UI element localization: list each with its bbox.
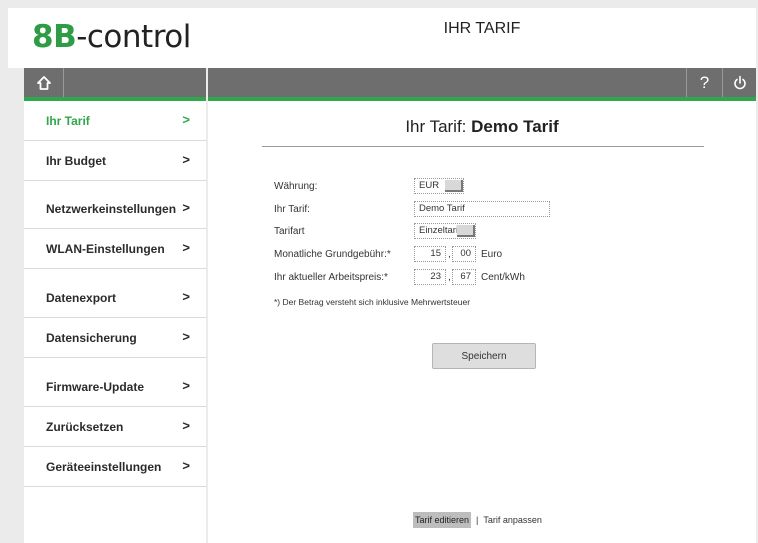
sidebar-item-firmware-update[interactable]: Firmware-Update >	[24, 367, 206, 407]
logout-button[interactable]	[722, 68, 756, 97]
link-separator: |	[476, 515, 479, 525]
sidebar-item-geraeteeinstellungen[interactable]: Geräteeinstellungen >	[24, 447, 206, 487]
work-price-dec-input[interactable]: 67	[452, 269, 476, 285]
chevron-right-icon: >	[182, 418, 190, 433]
logo: 8B-control	[32, 19, 191, 55]
currency-select[interactable]: EUR	[414, 178, 464, 194]
save-button[interactable]: Speichern	[432, 343, 536, 369]
base-fee-euros-input[interactable]: 15	[414, 246, 446, 262]
main-panel: Ihr Tarif: Demo Tarif Währung: EUR Ihr T…	[208, 101, 756, 543]
power-icon	[733, 75, 746, 89]
tariff-type-value: Einzeltarif	[419, 225, 461, 236]
divider	[262, 146, 704, 147]
base-fee-label: Monatliche Grundgebühr:*	[274, 249, 391, 260]
base-fee-cents-input[interactable]: 00	[452, 246, 476, 262]
chevron-right-icon: >	[182, 240, 190, 255]
sidebar-item-label: Datensicherung	[46, 330, 137, 345]
chevron-right-icon: >	[182, 112, 190, 127]
chevron-right-icon: >	[182, 152, 190, 167]
work-price-int-input[interactable]: 23	[414, 269, 446, 285]
page-heading: IHR TARIF	[443, 20, 521, 37]
sidebar-item-label: WLAN-Einstellungen	[46, 241, 165, 256]
tab-tarif-anpassen[interactable]: Tarif anpassen	[483, 515, 542, 525]
base-fee-unit: Euro	[481, 249, 503, 260]
sidebar-item-zuruecksetzen[interactable]: Zurücksetzen >	[24, 407, 206, 447]
footnote: *) Der Betrag versteht sich inklusive Me…	[274, 297, 471, 307]
dropdown-icon	[445, 180, 463, 192]
decimal-separator: ,	[448, 249, 451, 260]
sidebar-item-ihr-budget[interactable]: Ihr Budget >	[24, 141, 206, 181]
work-price-unit: Cent/kWh	[481, 272, 525, 283]
help-button[interactable]: ?	[686, 68, 722, 97]
sidebar-item-datensicherung[interactable]: Datensicherung >	[24, 318, 206, 358]
dropdown-icon	[457, 225, 475, 237]
sidebar-item-label: Ihr Budget	[46, 153, 106, 168]
sidebar-toolbar	[24, 68, 206, 101]
sidebar-item-label: Zurücksetzen	[46, 419, 124, 434]
decimal-separator: ,	[448, 272, 451, 283]
tariff-type-label: Tarifart	[274, 226, 305, 237]
sidebar-item-ihr-tarif[interactable]: Ihr Tarif >	[24, 101, 206, 141]
sidebar-item-wlan-einstellungen[interactable]: WLAN-Einstellungen >	[24, 229, 206, 269]
sidebar-item-datenexport[interactable]: Datenexport >	[24, 278, 206, 318]
sidebar-item-label: Netzwerkeinstellungen	[46, 201, 177, 216]
work-price-label: Ihr aktueller Arbeitspreis:*	[274, 272, 388, 283]
sidebar-item-netzwerkeinstellungen[interactable]: Netzwerkeinstellungen >	[24, 189, 206, 229]
header: 8B-control	[8, 8, 756, 68]
sidebar-item-label: Datenexport	[46, 290, 117, 305]
chevron-right-icon: >	[182, 458, 190, 473]
sidebar: Ihr Tarif > Ihr Budget > Netzwerkeinstel…	[24, 101, 206, 543]
bottom-links: Tarif editieren | Tarif anpassen	[413, 512, 542, 528]
tariff-label: Ihr Tarif:	[274, 204, 310, 215]
currency-label: Währung:	[274, 181, 318, 192]
chevron-right-icon: >	[182, 200, 190, 215]
tariff-name-input[interactable]: Demo Tarif	[414, 201, 550, 217]
chevron-right-icon: >	[182, 289, 190, 304]
currency-value: EUR	[419, 180, 440, 191]
sidebar-item-label: Geräteeinstellungen	[46, 459, 162, 474]
sidebar-item-label: Ihr Tarif	[46, 113, 90, 128]
page-title: Ihr Tarif: Demo Tarif	[405, 117, 559, 136]
tab-tarif-editieren[interactable]: Tarif editieren	[413, 512, 472, 528]
tariff-name: Demo Tarif	[471, 117, 559, 136]
chevron-right-icon: >	[182, 378, 190, 393]
main-toolbar: ?	[208, 68, 756, 101]
home-icon	[36, 75, 51, 90]
tariff-type-select[interactable]: Einzeltarif	[414, 223, 476, 239]
chevron-right-icon: >	[182, 329, 190, 344]
home-button[interactable]	[24, 68, 64, 97]
sidebar-item-label: Firmware-Update	[46, 379, 145, 394]
